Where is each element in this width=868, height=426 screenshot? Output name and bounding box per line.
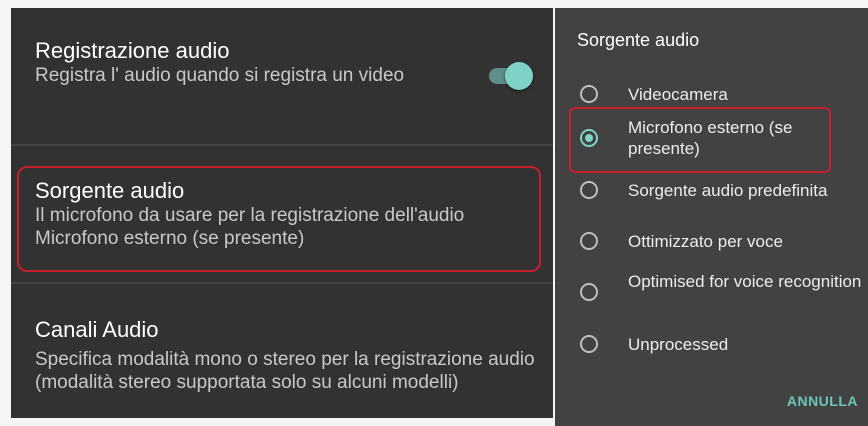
option-label: Unprocessed — [628, 335, 729, 354]
radio-unchecked-icon[interactable] — [580, 85, 598, 103]
option-label: Sorgente audio predefinita — [628, 181, 828, 200]
divider — [11, 282, 553, 284]
audio-channels-setting[interactable]: Canali Audio Specifica modalità mono o s… — [11, 317, 553, 394]
option-label: Videocamera — [628, 85, 728, 104]
audio-recording-toggle[interactable] — [485, 62, 533, 90]
option-label: Ottimizzato per voce — [628, 232, 783, 251]
radio-checked-icon[interactable] — [580, 129, 598, 147]
option-default-source[interactable]: Sorgente audio predefinita — [555, 178, 868, 214]
audio-source-setting[interactable]: Sorgente audio Il microfono da usare per… — [11, 178, 553, 250]
audio-channels-description: Specifica modalità mono o stereo per la … — [35, 349, 535, 393]
audio-recording-title: Registrazione audio — [35, 38, 230, 63]
divider — [11, 144, 553, 146]
audio-source-title: Sorgente audio — [35, 178, 185, 203]
dialog-title: Sorgente audio — [577, 30, 700, 50]
option-voice-recognition[interactable]: Optimised for voice recognition — [555, 270, 868, 320]
audio-source-value: Microfono esterno (se presente) — [35, 228, 305, 249]
option-unprocessed[interactable]: Unprocessed — [555, 333, 868, 369]
audio-source-description: Il microfono da usare per la registrazio… — [35, 205, 465, 226]
cancel-button[interactable]: ANNULLA — [787, 393, 858, 409]
toggle-thumb — [505, 62, 533, 90]
audio-recording-setting[interactable]: Registrazione audio Registra l' audio qu… — [11, 38, 553, 87]
audio-source-dialog: Sorgente audio Videocamera Microfono est… — [555, 8, 868, 426]
audio-channels-title: Canali Audio — [35, 317, 159, 342]
settings-panel: Registrazione audio Registra l' audio qu… — [11, 8, 553, 418]
option-label: Optimised for voice recognition — [628, 272, 862, 291]
radio-unchecked-icon[interactable] — [580, 181, 598, 199]
radio-unchecked-icon[interactable] — [580, 283, 598, 301]
option-videocamera[interactable]: Videocamera — [555, 76, 868, 112]
radio-unchecked-icon[interactable] — [580, 232, 598, 250]
audio-recording-description: Registra l' audio quando si registra un … — [35, 65, 405, 86]
option-label: Microfono esterno (se presente) — [628, 118, 793, 158]
option-voice-optimized[interactable]: Ottimizzato per voce — [555, 230, 868, 266]
radio-unchecked-icon[interactable] — [580, 335, 598, 353]
option-external-mic[interactable]: Microfono esterno (se presente) — [555, 116, 868, 166]
